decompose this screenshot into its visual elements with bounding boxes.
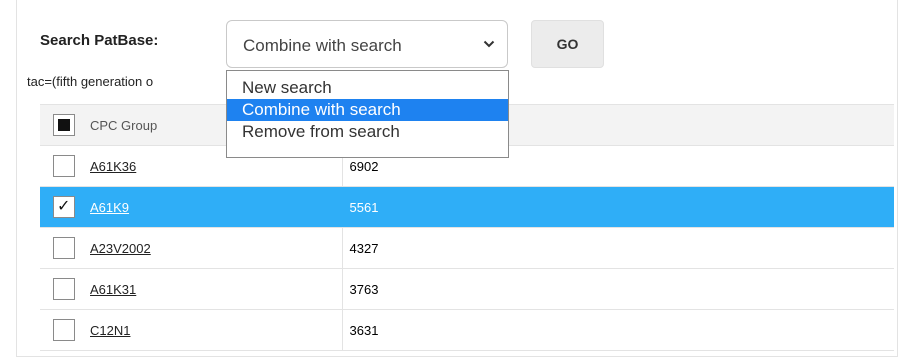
count-cell: 4327 [342,227,894,269]
count-cell: 5561 [342,186,894,228]
row-checkbox[interactable] [53,155,75,177]
table-row[interactable]: A23V2002 4327 [40,227,894,269]
cpc-group-link[interactable]: A61K9 [90,200,129,215]
select-all-checkbox[interactable] [53,114,75,136]
row-checkbox-checked[interactable]: ✓ [53,196,75,218]
checkmark-icon: ✓ [57,198,71,215]
query-text: tac=(fifth generation o [27,74,154,89]
search-mode-value: Combine with search [243,36,402,55]
go-button[interactable]: GO [531,20,604,68]
chevron-down-icon [483,40,495,48]
option-new-search[interactable]: New search [227,77,508,99]
cpc-group-link[interactable]: A61K36 [90,159,136,174]
cpc-group-link[interactable]: A23V2002 [90,241,151,256]
search-mode-select[interactable]: Combine with search [226,20,508,68]
option-remove-from-search[interactable]: Remove from search [227,121,508,143]
count-cell: 3631 [342,309,894,351]
search-patbase-label: Search PatBase: [40,32,159,49]
table-row-selected[interactable]: ✓ A61K9 5561 [40,186,894,228]
table-row[interactable]: A61K31 3763 [40,268,894,310]
table-row[interactable]: C12N1 3631 [40,309,894,351]
row-checkbox[interactable] [53,237,75,259]
row-checkbox[interactable] [53,278,75,300]
count-cell: 3763 [342,268,894,310]
option-combine-with-search[interactable]: Combine with search [227,99,508,121]
cpc-group-link[interactable]: C12N1 [90,323,130,338]
search-mode-dropdown: New search Combine with search Remove fr… [226,70,509,158]
cpc-group-link[interactable]: A61K31 [90,282,136,297]
row-checkbox[interactable] [53,319,75,341]
select-all-cell [40,104,90,146]
